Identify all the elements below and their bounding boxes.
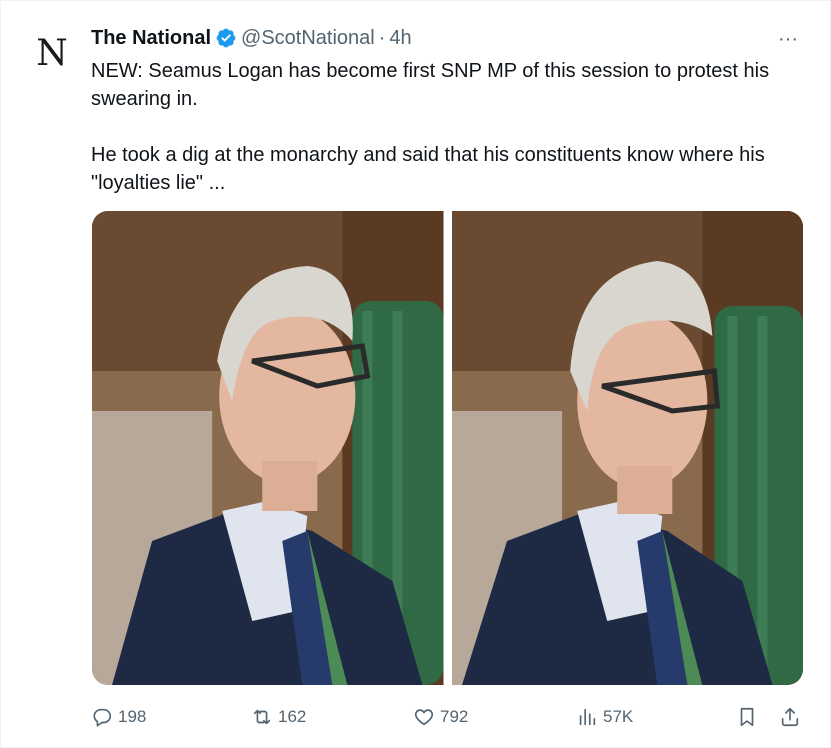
avatar-letter: N <box>36 32 68 74</box>
photo-left-image <box>92 211 444 685</box>
photo-right-image <box>451 211 803 685</box>
reply-count: 198 <box>118 707 147 726</box>
heart-icon <box>414 709 434 726</box>
more-options-label: ··· <box>778 27 798 50</box>
tweet-text-paragraph-2: He took a dig at the monarchy and said t… <box>91 144 765 194</box>
media-grid <box>92 211 803 685</box>
share-icon <box>781 707 799 727</box>
tweet-actions: 198 162 792 57K <box>91 701 803 733</box>
views-button[interactable]: 57K <box>576 701 633 733</box>
bookmark-icon <box>740 707 754 727</box>
like-count: 792 <box>440 707 469 726</box>
retweet-icon <box>253 709 271 725</box>
reply-button[interactable]: 198 <box>91 701 146 733</box>
verified-badge-icon <box>216 28 236 48</box>
tweet-text-paragraph-1: NEW: Seamus Logan has become first SNP M… <box>91 60 770 110</box>
author-name[interactable]: The National <box>91 27 211 50</box>
author-handle[interactable]: @ScotNational <box>241 27 375 50</box>
tweet-header: The National @ScotNational · 4h <box>91 26 412 50</box>
like-button[interactable]: 792 <box>413 701 468 733</box>
photo-right[interactable] <box>451 211 803 685</box>
share-button[interactable] <box>779 701 801 733</box>
reply-icon <box>93 708 112 727</box>
views-count: 57K <box>603 707 634 726</box>
timestamp[interactable]: 4h <box>389 27 411 50</box>
tweet-text: NEW: Seamus Logan has become first SNP M… <box>91 57 811 197</box>
bookmark-button[interactable] <box>736 701 758 733</box>
avatar[interactable]: N <box>28 29 76 77</box>
separator-dot: · <box>378 26 386 49</box>
more-options-icon[interactable]: ··· <box>776 27 800 51</box>
views-chart-icon <box>579 708 596 726</box>
retweet-count: 162 <box>278 707 307 726</box>
photo-left[interactable] <box>92 211 444 685</box>
retweet-button[interactable]: 162 <box>251 701 306 733</box>
tweet-card[interactable]: N The National @ScotNational · 4h ··· NE… <box>0 0 831 748</box>
